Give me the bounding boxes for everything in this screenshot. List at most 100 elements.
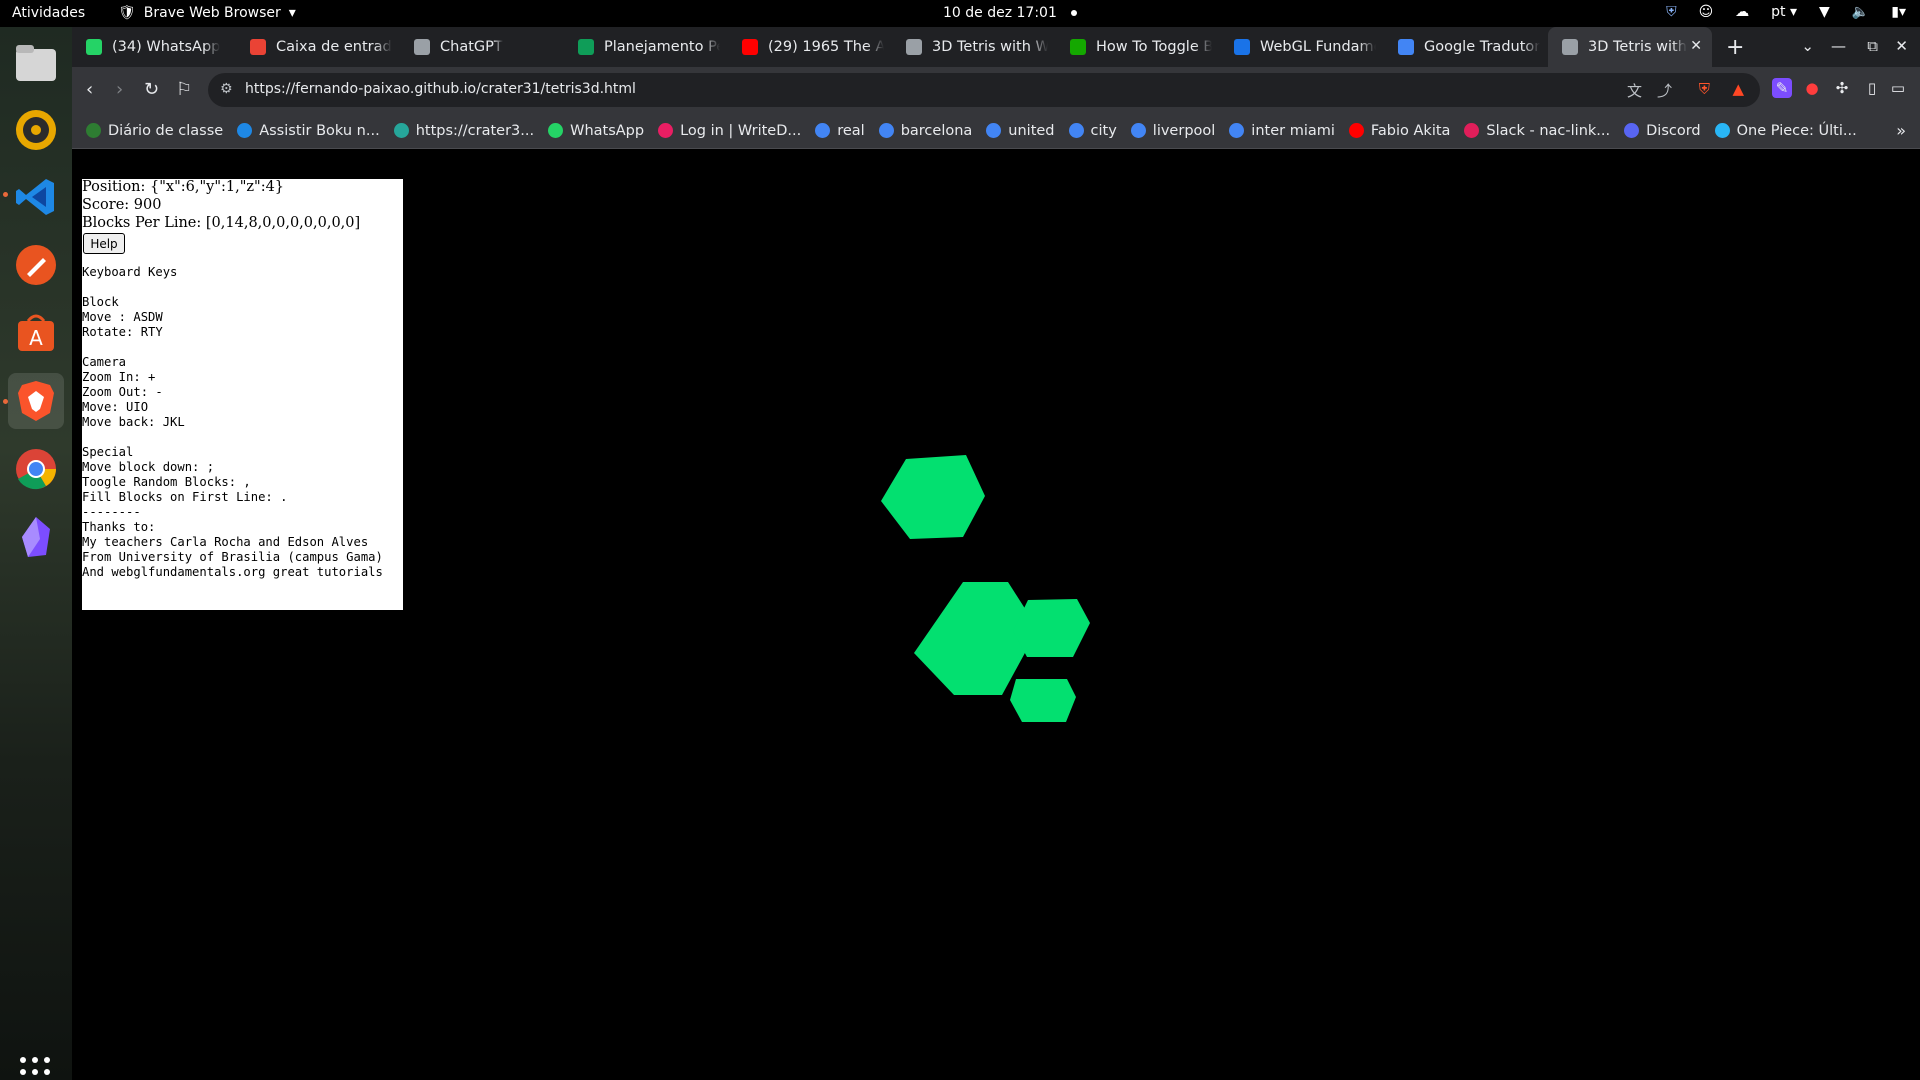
- translate-icon: [1398, 39, 1414, 55]
- flame-icon: [237, 123, 253, 138]
- new-tab-icon[interactable]: +: [1726, 35, 1744, 60]
- obsidian-dock-icon[interactable]: [8, 509, 64, 565]
- show-apps-icon[interactable]: [20, 1057, 50, 1080]
- brave-rewards-icon[interactable]: ▲: [1732, 80, 1744, 98]
- brave-dock-icon[interactable]: [8, 373, 64, 429]
- share-icon[interactable]: ⤴: [1657, 80, 1672, 101]
- tab-search-icon[interactable]: ⌄: [1801, 37, 1814, 55]
- bookmark-item[interactable]: real: [815, 122, 865, 139]
- activities-button[interactable]: Atividades: [12, 5, 85, 21]
- extensions-puzzle-icon[interactable]: ✣: [1832, 78, 1852, 98]
- w-icon: [1070, 39, 1086, 55]
- bookmark-label: liverpool: [1152, 122, 1216, 139]
- back-icon[interactable]: ‹: [86, 79, 93, 100]
- browser-window: (34) WhatsApp Caixa de entrada ChatGPT Plan…: [72, 27, 1920, 1080]
- clock[interactable]: 10 de dez 17:01: [943, 5, 1077, 21]
- user-icon[interactable]: ☺: [1699, 4, 1714, 20]
- bookmark-item[interactable]: Slack - nac-link...: [1464, 123, 1610, 139]
- files-dock-icon[interactable]: [8, 35, 64, 91]
- cloud-icon[interactable]: ☁: [1735, 4, 1749, 20]
- chevron-down-icon: ▾: [288, 5, 296, 21]
- bookmark-item[interactable]: Discord: [1624, 123, 1701, 139]
- google-icon: [1130, 123, 1146, 138]
- browser-tab[interactable]: 3D Tetris with ✕: [1548, 27, 1712, 67]
- bookmark-item[interactable]: https://crater3...: [393, 122, 535, 139]
- bookmark-label: real: [837, 122, 865, 139]
- bookmark-item[interactable]: inter miami: [1229, 123, 1335, 139]
- minimize-icon[interactable]: —: [1831, 37, 1846, 55]
- bookmark-item[interactable]: city: [1068, 123, 1117, 139]
- svg-text:A: A: [29, 326, 43, 350]
- bookmark-item[interactable]: WhatsApp: [548, 123, 644, 139]
- bookmark-label: inter miami: [1251, 122, 1335, 139]
- close-window-icon[interactable]: ✕: [1895, 37, 1908, 55]
- game-info-panel: Position: {"x":6,"y":1,"z":4} Score: 900…: [82, 179, 403, 610]
- bookmark-item[interactable]: Diário de classe: [86, 123, 223, 139]
- keyboard-layout[interactable]: pt ▾: [1771, 4, 1797, 20]
- app-center-dock-icon[interactable]: A: [8, 305, 64, 361]
- browser-tab[interactable]: 3D Tetris with W: [892, 27, 1056, 67]
- sidebar-icon[interactable]: ▯: [1862, 78, 1882, 98]
- bookmark-item[interactable]: Fabio Akita: [1348, 123, 1450, 139]
- help-button[interactable]: Help: [83, 233, 125, 254]
- system-tray[interactable]: ⛨ ☺ ☁ pt ▾ ▼ 🔈 ▮▾: [1666, 4, 1906, 20]
- browser-tab[interactable]: (34) WhatsApp: [72, 27, 236, 67]
- bookmark-icon[interactable]: ⚐: [176, 79, 192, 100]
- bookmark-label: Slack - nac-link...: [1486, 122, 1611, 139]
- drawing-app-dock-icon[interactable]: [8, 237, 64, 293]
- bookmark-item[interactable]: Assistir Boku n...: [237, 123, 380, 139]
- shield-icon[interactable]: ⛨: [1666, 4, 1677, 20]
- notification-dot-icon: [1070, 10, 1077, 16]
- bookmark-item[interactable]: united: [986, 122, 1055, 139]
- browser-tab[interactable]: Caixa de entrada: [236, 27, 400, 67]
- falling-block-hexagon: [881, 455, 985, 539]
- browser-toolbar: ‹ › ↻ ⚐ ⚙ https://fernando-paixao.github…: [72, 67, 1920, 113]
- more-bookmarks-icon[interactable]: »: [1896, 121, 1906, 140]
- tab-label: (34) WhatsApp: [112, 39, 221, 55]
- wallet-icon[interactable]: ▭: [1888, 78, 1908, 98]
- browser-tab[interactable]: WebGL Fundame: [1220, 27, 1384, 67]
- falling-block-hexagon: [1013, 599, 1090, 657]
- reload-icon[interactable]: ↻: [144, 79, 159, 100]
- browser-tab[interactable]: (29) 1965 The Ag: [728, 27, 892, 67]
- extension-icon[interactable]: ✎: [1772, 78, 1792, 98]
- close-tab-icon[interactable]: ✕: [1690, 38, 1702, 54]
- bookmark-item[interactable]: liverpool: [1130, 122, 1216, 139]
- extension-icon[interactable]: ●: [1802, 78, 1822, 98]
- crater-icon: [393, 123, 409, 138]
- score-readout: Score: 900: [82, 197, 162, 213]
- globe-icon: [1562, 39, 1578, 55]
- chrome-dock-icon[interactable]: [8, 441, 64, 497]
- bookmark-label: https://crater3...: [415, 122, 535, 139]
- brave-app-icon: 🛡: [118, 5, 136, 21]
- app-menu[interactable]: 🛡 Brave Web Browser ▾: [118, 5, 296, 21]
- browser-tab[interactable]: Planejamento Pe: [564, 27, 728, 67]
- url-text: https://fernando-paixao.github.io/crater…: [245, 81, 636, 97]
- browser-tab[interactable]: How To Toggle B: [1056, 27, 1220, 67]
- volume-icon[interactable]: 🔈: [1852, 4, 1869, 20]
- vscode-dock-icon[interactable]: [8, 169, 64, 225]
- bookmark-item[interactable]: barcelona: [878, 123, 972, 139]
- battery-icon[interactable]: ▮▾: [1891, 4, 1906, 20]
- browser-tab[interactable]: Google Tradutor: [1384, 27, 1548, 67]
- rhythmbox-dock-icon[interactable]: [8, 102, 64, 158]
- bookmark-label: united: [1008, 122, 1055, 139]
- translate-icon[interactable]: 文: [1627, 80, 1642, 101]
- brave-shields-icon[interactable]: ⛨: [1699, 80, 1710, 98]
- bookmark-item[interactable]: Log in | WriteD...: [658, 123, 801, 139]
- gmail-icon: [250, 39, 266, 55]
- wifi-icon[interactable]: ▼: [1819, 4, 1830, 20]
- address-bar[interactable]: ⚙ https://fernando-paixao.github.io/crat…: [208, 73, 1760, 107]
- maximize-icon[interactable]: ⧉: [1867, 37, 1878, 55]
- slack-icon: [1464, 123, 1480, 138]
- bookmark-label: WhatsApp: [570, 122, 645, 139]
- tab-label: WebGL Fundame: [1260, 39, 1376, 55]
- google-icon: [815, 123, 831, 138]
- forward-icon[interactable]: ›: [116, 79, 123, 100]
- tab-label: (29) 1965 The Ag: [768, 39, 884, 55]
- google-icon: [986, 123, 1002, 138]
- google-icon: [878, 123, 894, 138]
- site-settings-icon[interactable]: ⚙: [220, 81, 233, 97]
- bookmark-item[interactable]: One Piece: Últi...: [1714, 123, 1857, 139]
- browser-tab[interactable]: ChatGPT: [400, 27, 564, 67]
